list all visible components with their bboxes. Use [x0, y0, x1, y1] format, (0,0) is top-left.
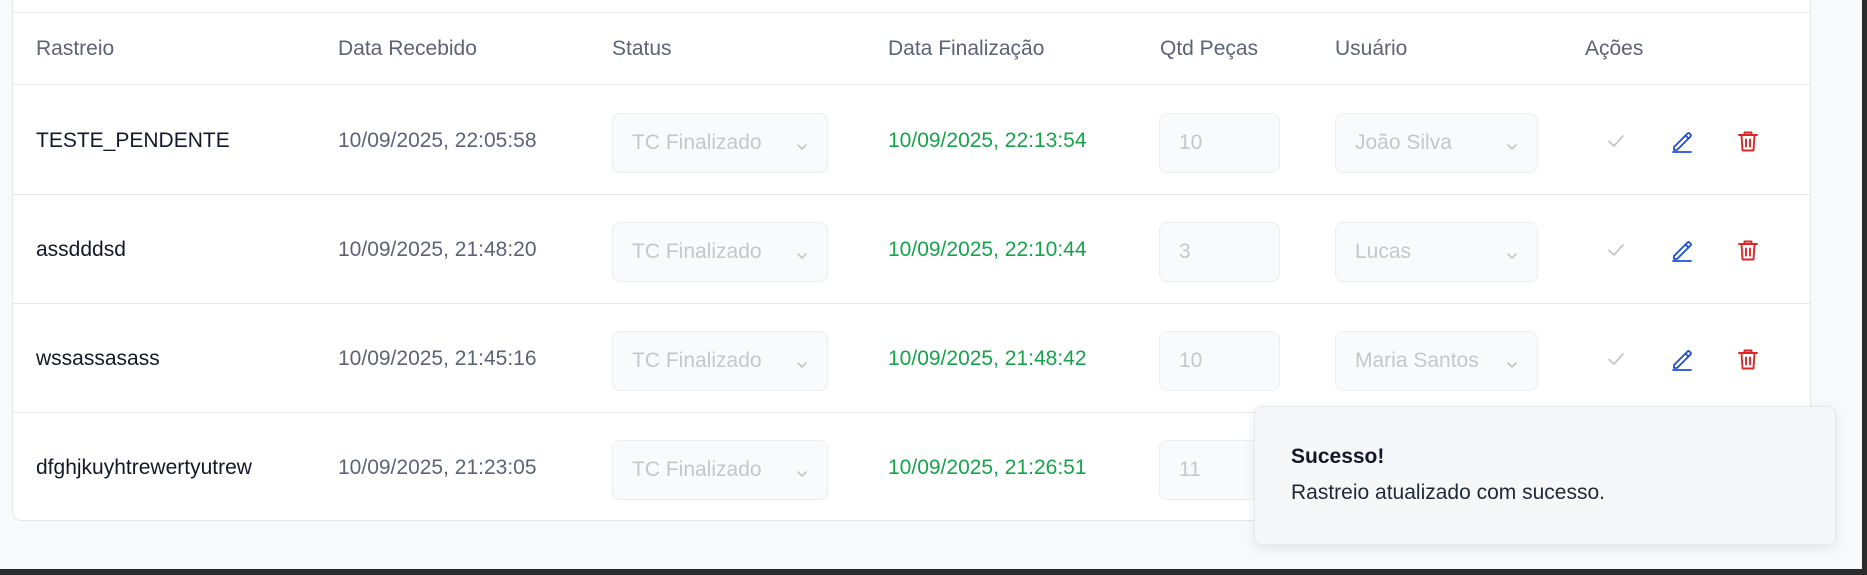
cell-rastreio: assdddsd: [36, 237, 126, 261]
qtd-pecas-input[interactable]: 10: [1159, 113, 1280, 173]
success-toast: Sucesso! Rastreio atualizado com sucesso…: [1254, 406, 1836, 545]
status-select-value: TC Finalizado: [632, 458, 762, 481]
status-select[interactable]: TC Finalizado: [612, 222, 828, 282]
cell-data-recebido: 10/09/2025, 21:48:20: [338, 237, 537, 261]
qtd-pecas-value: 10: [1179, 131, 1203, 154]
cell-rastreio: TESTE_PENDENTE: [36, 128, 230, 152]
qtd-pecas-value: 11: [1179, 458, 1201, 481]
usuario-select-value: Maria Santos: [1355, 349, 1479, 372]
pencil-icon[interactable]: [1668, 345, 1696, 373]
header-acoes: Ações: [1585, 37, 1644, 60]
table-row: assdddsd 10/09/2025, 21:48:20 TC Finalizad…: [12, 195, 1811, 304]
usuario-select[interactable]: João Silva: [1335, 113, 1538, 173]
chevron-down-icon: [795, 245, 809, 259]
header-rastreio: Rastreio: [36, 37, 115, 60]
table-row: TESTE_PENDENTE 10/09/2025, 22:05:58 TC Fin…: [12, 86, 1811, 195]
chevron-down-icon: [795, 136, 809, 150]
cell-data-finalizacao: 10/09/2025, 21:26:51: [888, 455, 1087, 479]
toast-message: Rastreio atualizado com sucesso.: [1291, 481, 1605, 504]
chevron-down-icon: [1505, 245, 1519, 259]
usuario-select-value: João Silva: [1355, 131, 1452, 154]
window-edge-bottom: [0, 569, 1867, 575]
status-select-value: TC Finalizado: [632, 349, 762, 372]
chevron-down-icon: [1505, 354, 1519, 368]
status-select-value: TC Finalizado: [632, 240, 762, 263]
status-select[interactable]: TC Finalizado: [612, 440, 828, 500]
qtd-pecas-input[interactable]: 3: [1159, 222, 1280, 282]
window-edge: [1862, 0, 1867, 575]
header-qtd-pecas: Qtd Peças: [1160, 37, 1259, 60]
qtd-pecas-value: 10: [1179, 349, 1203, 372]
table-row: wssassasass 10/09/2025, 21:45:16 TC Finali…: [12, 304, 1811, 413]
header-data-finalizacao: Data Finalização: [888, 37, 1045, 60]
chevron-down-icon: [1505, 136, 1519, 150]
cell-data-finalizacao: 10/09/2025, 22:13:54: [888, 128, 1087, 152]
qtd-pecas-input[interactable]: 10: [1159, 331, 1280, 391]
pencil-icon[interactable]: [1668, 236, 1696, 264]
check-icon[interactable]: [1602, 127, 1630, 155]
cell-data-recebido: 10/09/2025, 21:45:16: [338, 346, 537, 370]
cell-data-finalizacao: 10/09/2025, 22:10:44: [888, 237, 1087, 261]
chevron-down-icon: [795, 354, 809, 368]
chevron-down-icon: [795, 463, 809, 477]
usuario-select[interactable]: Lucas: [1335, 222, 1538, 282]
status-select-value: TC Finalizado: [632, 131, 762, 154]
header-data-recebido: Data Recebido: [338, 37, 477, 60]
check-icon[interactable]: [1602, 345, 1630, 373]
cell-rastreio: dfghjkuyhtrewertyutrew: [36, 455, 252, 479]
trash-icon[interactable]: [1734, 345, 1762, 373]
qtd-pecas-value: 3: [1179, 240, 1191, 263]
toast-title: Sucesso!: [1291, 445, 1385, 468]
cell-data-recebido: 10/09/2025, 22:05:58: [338, 128, 537, 152]
cell-rastreio: wssassasass: [36, 346, 160, 370]
header-usuario: Usuário: [1335, 37, 1408, 60]
check-icon[interactable]: [1602, 236, 1630, 264]
status-select[interactable]: TC Finalizado: [612, 331, 828, 391]
trash-icon[interactable]: [1734, 236, 1762, 264]
cell-data-finalizacao: 10/09/2025, 21:48:42: [888, 346, 1087, 370]
usuario-select-value: Lucas: [1355, 240, 1412, 263]
status-select[interactable]: TC Finalizado: [612, 113, 828, 173]
cell-data-recebido: 10/09/2025, 21:23:05: [338, 455, 537, 479]
usuario-select[interactable]: Maria Santos: [1335, 331, 1538, 391]
header-status: Status: [612, 37, 672, 60]
pencil-icon[interactable]: [1668, 127, 1696, 155]
table-header: Rastreio Data Recebido Status Data Final…: [12, 13, 1811, 85]
trash-icon[interactable]: [1734, 127, 1762, 155]
